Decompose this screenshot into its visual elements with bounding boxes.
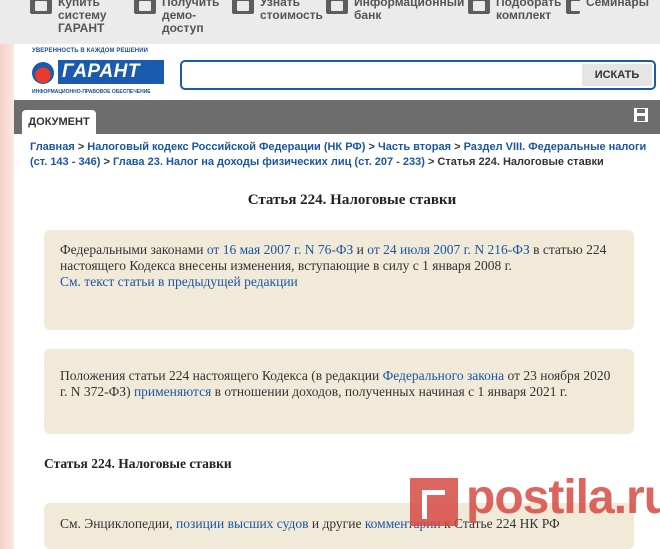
nav-seminars[interactable]: Семинары [566, 0, 649, 14]
breadcrumb-current: Статья 224. Налоговые ставки [437, 156, 604, 168]
note-text: См. Энциклопедии, [60, 516, 177, 531]
nav-info-bank[interactable]: Информационный банк [326, 0, 464, 22]
note-amendments: Федеральными законами от 16 мая 2007 г. … [44, 230, 634, 330]
nav-label: Подобрать комплект [496, 0, 562, 22]
breadcrumb-separator: > [103, 156, 114, 168]
note-application: Положения статьи 224 настоящего Кодекса … [44, 349, 634, 434]
law-link-76fz[interactable]: от 16 мая 2007 г. N 76-ФЗ [207, 242, 353, 257]
site-header: УВЕРЕННОСТЬ В КАЖДОМ РЕШЕНИИ ГАРАНТ ИНФО… [14, 44, 660, 100]
logo-emblem-icon [32, 62, 54, 84]
monitor-icon [134, 0, 156, 14]
note-text: Федеральными законами [60, 242, 207, 257]
federal-law-link[interactable]: Федерального закона [383, 368, 505, 383]
watermark-text: postila.ru [466, 471, 660, 524]
breadcrumb-chapter-23[interactable]: Глава 23. Налог на доходы физических лиц… [113, 156, 425, 168]
note-text: и [353, 242, 368, 257]
breadcrumb-home[interactable]: Главная [30, 141, 75, 153]
save-icon[interactable] [634, 108, 648, 122]
logo-tagline: УВЕРЕННОСТЬ В КАЖДОМ РЕШЕНИИ [32, 48, 149, 54]
court-positions-link[interactable]: позиции высших судов [176, 516, 308, 531]
nav-label: Узнать стоимость [260, 0, 323, 22]
nav-demo-access[interactable]: Получить демо- доступ [134, 0, 219, 35]
nav-label: Получить демо- доступ [162, 0, 220, 35]
breadcrumb-part-two[interactable]: Часть вторая [378, 141, 451, 153]
page-background [0, 0, 14, 549]
package-icon [468, 0, 490, 14]
breadcrumb-separator: > [368, 141, 378, 153]
database-icon [326, 0, 348, 14]
garant-logo[interactable]: ГАРАНТ [32, 60, 164, 86]
breadcrumb: Главная > Налоговый кодекс Российской Фе… [30, 140, 656, 170]
nav-price[interactable]: Узнать стоимость [232, 0, 323, 22]
search-button[interactable]: ИСКАТЬ [582, 64, 652, 86]
applied-link[interactable]: применяются [134, 384, 211, 399]
seminar-icon [566, 0, 583, 14]
breadcrumb-separator: > [454, 141, 464, 153]
article-title: Статья 224. Налоговые ставки [247, 192, 457, 208]
logo-subtitle: ИНФОРМАЦИОННО-ПРАВОВОЕ ОБЕСПЕЧЕНИЕ [32, 89, 151, 95]
logo-text: ГАРАНТ [58, 60, 164, 84]
watermark-logo-icon [410, 478, 458, 526]
note-text: Положения статьи 224 настоящего Кодекса … [60, 368, 383, 383]
note-text: в отношении доходов, полученных начиная … [211, 384, 568, 399]
breadcrumb-separator: > [77, 141, 88, 153]
search-box: ИСКАТЬ [180, 60, 656, 90]
nav-buy-system[interactable]: Купить систему ГАРАНТ [30, 0, 107, 35]
nav-choose-kit[interactable]: Подобрать комплект [468, 0, 561, 22]
law-link-216fz[interactable]: от 24 июля 2007 г. N 216-ФЗ [367, 242, 529, 257]
cart-icon [30, 0, 52, 14]
article-subtitle: Статья 224. Налоговые ставки [44, 456, 232, 471]
breadcrumb-separator: > [427, 156, 438, 168]
nav-label: Семинары [586, 0, 649, 9]
note-text: и другие [308, 516, 365, 531]
search-input[interactable] [188, 66, 568, 84]
nav-label: Информационный банк [354, 0, 465, 22]
nav-label: Купить систему ГАРАНТ [58, 0, 107, 35]
top-navigation: Купить систему ГАРАНТ Получить демо- дос… [0, 0, 660, 44]
breadcrumb-tax-code[interactable]: Налоговый кодекс Российской Федерации (Н… [87, 141, 365, 153]
tab-document[interactable]: ДОКУМЕНТ [22, 110, 96, 134]
watermark: postila.ru [410, 440, 660, 549]
document-toolbar: ДОКУМЕНТ [14, 100, 660, 134]
calculator-icon [232, 0, 254, 14]
previous-edition-link[interactable]: См. текст статьи в предыдущей редакции [60, 274, 298, 289]
